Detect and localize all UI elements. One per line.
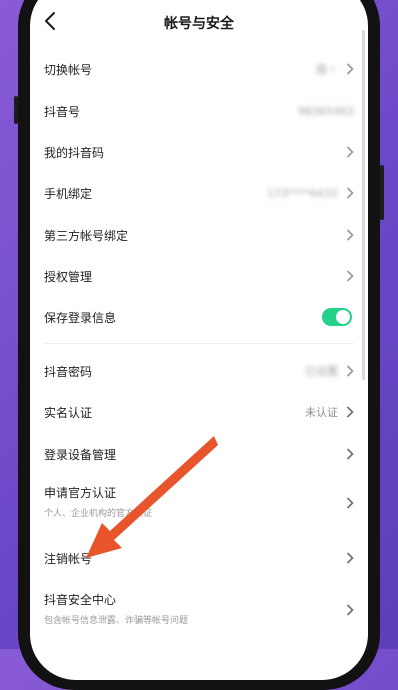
settings-item-value: 我丶 <box>316 63 338 76</box>
phone-side-button <box>14 96 18 124</box>
settings-item-label: 手机绑定 <box>44 186 93 201</box>
settings-item-delete-account[interactable]: 注销帐号 <box>30 545 368 571</box>
settings-item-label: 登录设备管理 <box>44 447 117 462</box>
toggle-knob <box>336 310 350 324</box>
chevron-right-icon <box>346 229 354 241</box>
chevron-right-icon <box>346 146 354 158</box>
settings-item-security-center[interactable]: 抖音安全中心 包含帐号信息泄露、诈骗等帐号问题 <box>30 587 368 633</box>
settings-item-label: 抖音安全中心 <box>44 593 117 607</box>
settings-item-label: 抖音密码 <box>44 364 93 379</box>
chevron-right-icon <box>346 604 354 616</box>
settings-item-real-name[interactable]: 实名认证 未认证 <box>30 399 368 425</box>
settings-item-label: 切换帐号 <box>44 62 93 77</box>
settings-item-value: 未认证 <box>305 406 338 419</box>
page-title: 帐号与安全 <box>164 16 234 32</box>
settings-item-label: 申请官方认证 <box>44 486 117 500</box>
settings-item-third-party-binding[interactable]: 第三方帐号绑定 <box>30 222 368 248</box>
chevron-right-icon <box>346 552 354 564</box>
settings-item-authorization[interactable]: 授权管理 <box>30 263 368 289</box>
settings-item-value: 已设置 <box>305 365 338 378</box>
chevron-right-icon <box>346 187 354 199</box>
settings-item-password[interactable]: 抖音密码 已设置 <box>30 358 368 384</box>
chevron-right-icon <box>346 406 354 418</box>
chevron-right-icon <box>346 63 354 75</box>
settings-item-label: 注销帐号 <box>44 551 93 566</box>
settings-item-value: 98365463 <box>298 104 354 118</box>
settings-item-douyin-id[interactable]: 抖音号 98365463 <box>30 98 368 124</box>
settings-item-label: 我的抖音码 <box>44 145 105 160</box>
settings-item-subtitle: 包含帐号信息泄露、诈骗等帐号问题 <box>44 616 189 626</box>
settings-item-value: 173****6432 <box>267 186 338 200</box>
screen: 帐号与安全 切换帐号 我丶 抖音号 98365463 我的抖音码 手机绑定 17… <box>30 0 368 680</box>
settings-item-phone-binding[interactable]: 手机绑定 173****6432 <box>30 180 368 206</box>
phone-side-button <box>380 165 384 220</box>
settings-item-official-verification[interactable]: 申请官方认证 个人、企业机构的官方认证 <box>30 480 368 526</box>
settings-item-device-management[interactable]: 登录设备管理 <box>30 441 368 467</box>
settings-item-subtitle: 个人、企业机构的官方认证 <box>44 509 153 519</box>
settings-item-my-qrcode[interactable]: 我的抖音码 <box>30 139 368 165</box>
nav-bar: 帐号与安全 <box>30 0 368 44</box>
scrollbar[interactable] <box>362 30 365 380</box>
settings-item-label: 实名认证 <box>44 405 93 420</box>
chevron-right-icon <box>346 365 354 377</box>
chevron-right-icon <box>346 497 354 509</box>
section-divider <box>44 343 354 344</box>
settings-item-label: 抖音号 <box>44 104 81 119</box>
settings-item-save-login: 保存登录信息 <box>30 304 368 330</box>
settings-item-label: 授权管理 <box>44 269 93 284</box>
chevron-right-icon <box>346 448 354 460</box>
settings-item-label: 保存登录信息 <box>44 310 117 325</box>
settings-item-label: 第三方帐号绑定 <box>44 228 129 243</box>
settings-item-switch-account[interactable]: 切换帐号 我丶 <box>30 56 368 82</box>
chevron-right-icon <box>346 270 354 282</box>
save-login-toggle[interactable] <box>322 308 352 326</box>
